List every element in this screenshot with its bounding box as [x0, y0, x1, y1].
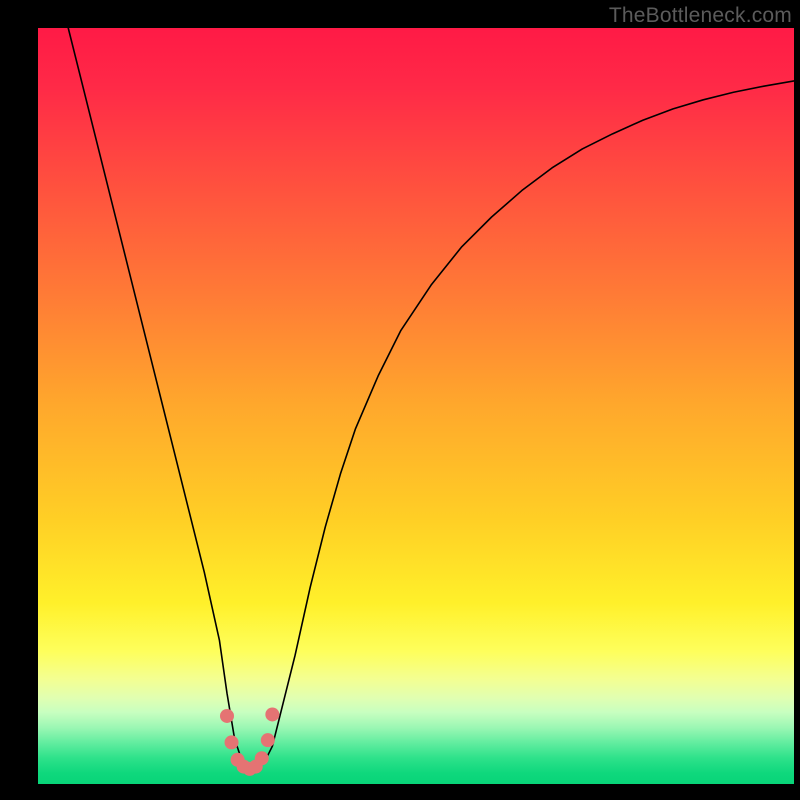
chart-frame: TheBottleneck.com [0, 0, 800, 800]
marker-dot [225, 735, 239, 749]
marker-dot [220, 709, 234, 723]
chart-svg [38, 28, 794, 784]
marker-dot [265, 707, 279, 721]
plot-area [38, 28, 794, 784]
marker-dot [255, 751, 269, 765]
watermark-text: TheBottleneck.com [609, 4, 792, 28]
marker-dot [261, 733, 275, 747]
bottleneck-curve-path [68, 28, 794, 765]
